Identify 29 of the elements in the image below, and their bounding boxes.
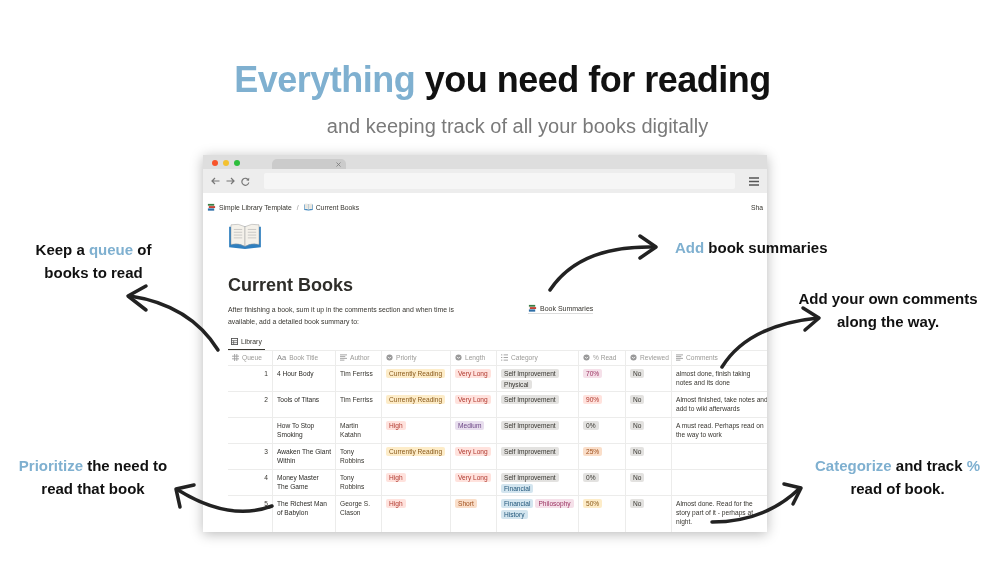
books-icon	[528, 304, 537, 313]
open-book-icon	[228, 222, 262, 250]
text-lines-icon	[340, 354, 347, 361]
callout-text: Keep a queue of books to read	[34, 240, 153, 283]
callout-text: Add your own comments along the way.	[797, 289, 979, 332]
menu-icon[interactable]	[749, 176, 759, 186]
select-property-icon	[455, 354, 462, 361]
text-lines-icon	[676, 354, 683, 361]
reload-icon[interactable]	[241, 176, 250, 186]
select-property-icon	[630, 354, 637, 361]
list-icon	[501, 354, 508, 361]
page-title: Current Books	[228, 274, 354, 296]
open-book-icon	[303, 203, 313, 211]
back-icon[interactable]	[211, 177, 220, 185]
callout-text: Prioritize the need to read that book	[17, 456, 169, 499]
minimize-window-icon[interactable]	[223, 160, 229, 166]
hash-icon	[232, 354, 239, 361]
forward-icon[interactable]	[226, 177, 235, 185]
subtitle: and keeping track of all your books digitally	[325, 114, 710, 138]
table-icon	[231, 338, 238, 345]
select-property-icon	[583, 354, 590, 361]
books-icon	[207, 202, 216, 212]
select-property-icon	[386, 354, 393, 361]
callout-text: Categorize and track % read of book.	[813, 456, 982, 499]
callout-text: Add book summaries	[675, 238, 829, 258]
maximize-window-icon[interactable]	[234, 160, 240, 166]
close-window-icon[interactable]	[212, 160, 218, 166]
headline: Everything you need for reading	[233, 58, 772, 102]
close-icon[interactable]	[336, 161, 341, 167]
